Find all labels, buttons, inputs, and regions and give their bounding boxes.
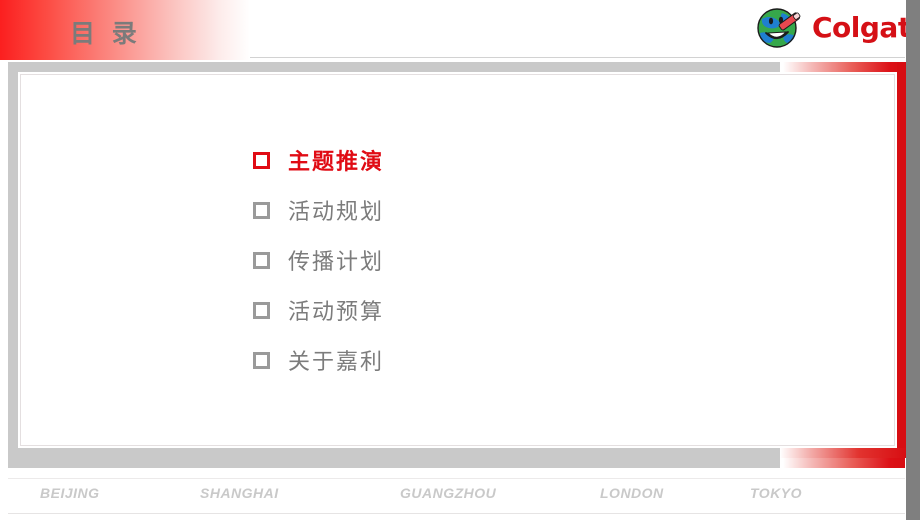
hollow-square-bullet-icon (253, 301, 270, 319)
bottom-divider-bar (8, 458, 905, 468)
hollow-square-bullet-icon (253, 251, 270, 269)
slide-root: 目 录 Colgate 主题推演 活动规划 传播计划 活动预算 关于嘉利 BEI… (0, 0, 920, 520)
toc-item-2[interactable]: 传播计划 (253, 235, 673, 285)
footer-city-beijing: BEIJING (40, 485, 100, 501)
footer-city-tokyo: TOKYO (750, 485, 803, 501)
page-title: 目 录 (70, 19, 141, 48)
toc-item-3[interactable]: 活动预算 (253, 285, 673, 335)
toc-item-label: 活动规划 (288, 200, 385, 225)
footer-city-guangzhou: GUANGZHOU (400, 485, 497, 501)
toc-item-label: 主题推演 (288, 150, 385, 175)
colgate-logo: Colgate (756, 3, 920, 53)
footer-city-london: LONDON (600, 485, 664, 501)
slide-header: 目 录 Colgate (0, 0, 920, 60)
toc-item-1[interactable]: 活动规划 (253, 185, 673, 235)
globe-smile-toothbrush-icon (756, 5, 804, 51)
slide-footer: BEIJING SHANGHAI GUANGZHOU LONDON TOKYO (0, 478, 920, 520)
hollow-square-bullet-icon (253, 151, 270, 169)
table-of-contents: 主题推演 活动规划 传播计划 活动预算 关于嘉利 (253, 135, 673, 385)
bottom-bar-red-gradient-segment (783, 458, 905, 468)
frame-left-edge (8, 62, 18, 458)
frame-bottom-edge (8, 448, 780, 458)
footer-bottom-rule (8, 513, 905, 514)
footer-top-rule (8, 478, 905, 479)
footer-city-shanghai: SHANGHAI (200, 485, 279, 501)
toc-item-4[interactable]: 关于嘉利 (253, 335, 673, 385)
hollow-square-bullet-icon (253, 201, 270, 219)
toc-item-label: 活动预算 (288, 300, 385, 325)
content-frame: 主题推演 活动规划 传播计划 活动预算 关于嘉利 (8, 62, 907, 458)
page-right-edge-strip (906, 0, 920, 520)
toc-item-label: 传播计划 (288, 250, 385, 275)
toc-item-0[interactable]: 主题推演 (253, 135, 673, 185)
brand-wordmark: Colgate (812, 11, 920, 44)
footer-city-list: BEIJING SHANGHAI GUANGZHOU LONDON TOKYO (40, 485, 880, 501)
header-divider (250, 57, 905, 58)
content-panel: 主题推演 活动规划 传播计划 活动预算 关于嘉利 (20, 74, 895, 446)
frame-bottom-edge-red (780, 448, 907, 458)
hollow-square-bullet-icon (253, 351, 270, 369)
toc-item-label: 关于嘉利 (288, 350, 385, 375)
bottom-bar-gray-segment (8, 458, 780, 468)
